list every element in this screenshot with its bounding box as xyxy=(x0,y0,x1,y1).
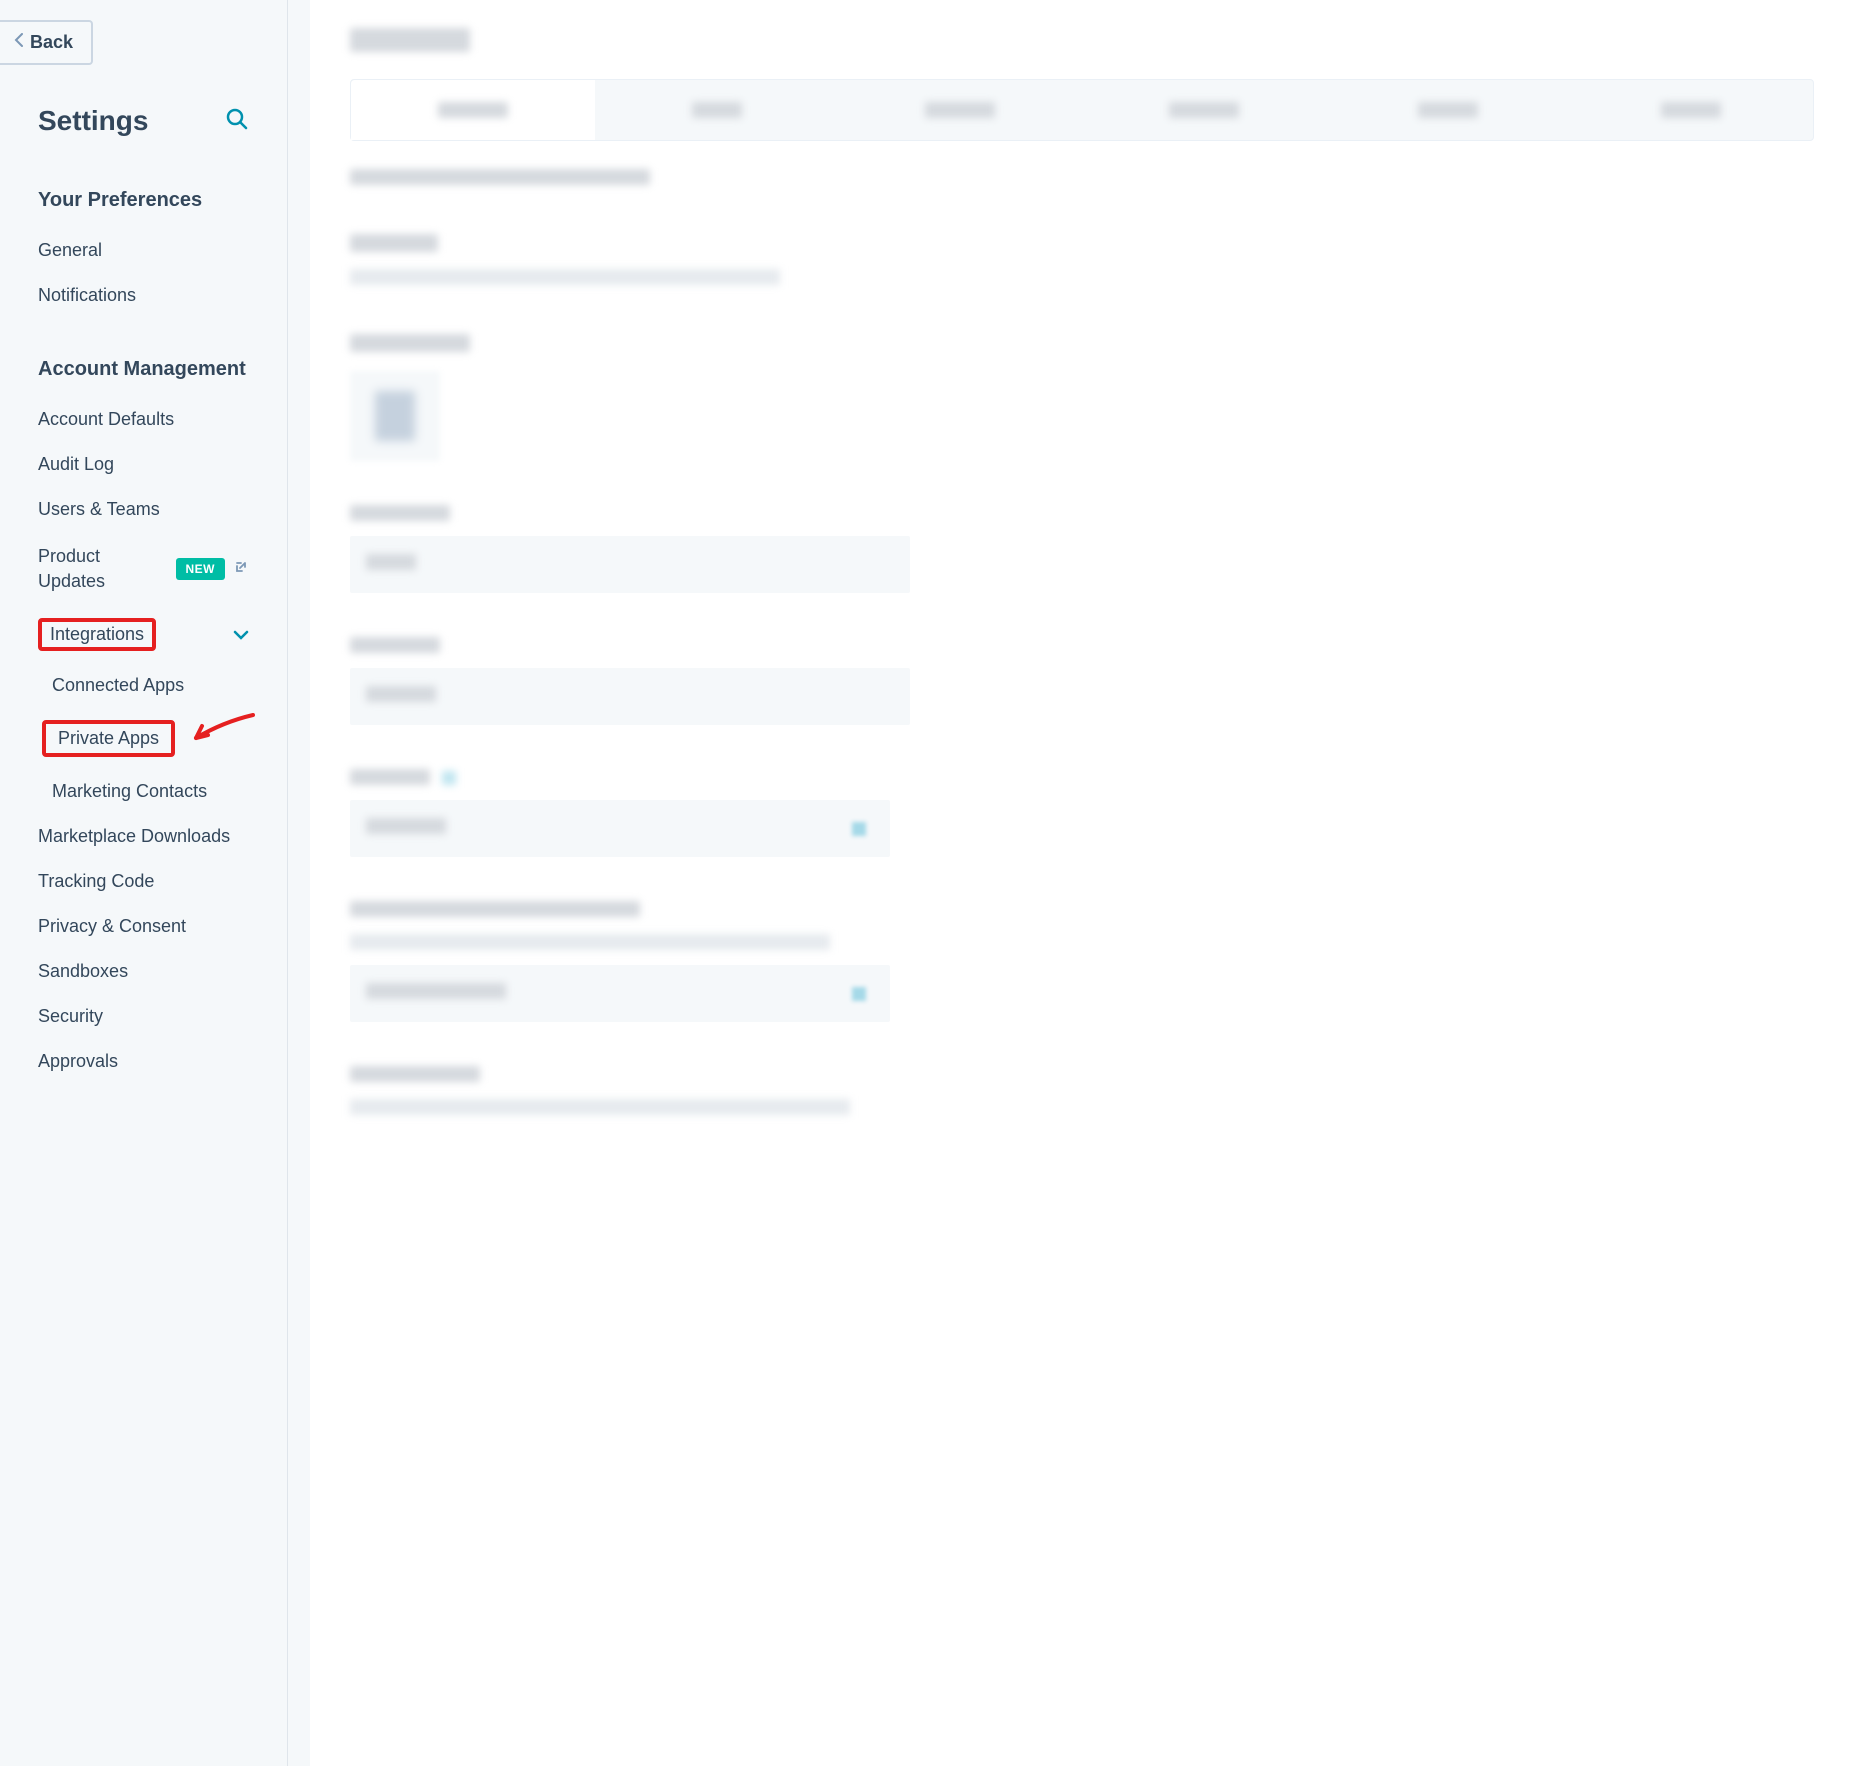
blurred-label xyxy=(350,234,1814,257)
search-icon[interactable] xyxy=(225,107,249,136)
tabs-bar xyxy=(350,79,1814,141)
tab-2[interactable] xyxy=(595,80,839,140)
blurred-label xyxy=(350,334,1814,357)
page-title-blurred xyxy=(350,28,1814,57)
settings-title: Settings xyxy=(38,105,148,137)
blurred-label xyxy=(350,1066,1814,1087)
sidebar-item-connected-apps[interactable]: Connected Apps xyxy=(0,663,287,708)
blurred-field[interactable] xyxy=(350,800,890,857)
tab-6[interactable] xyxy=(1569,80,1813,140)
settings-sidebar: Back Settings Your Preferences General N… xyxy=(0,0,288,1766)
blurred-field[interactable] xyxy=(350,536,910,593)
section-preferences-title: Your Preferences xyxy=(0,167,287,228)
blurred-label xyxy=(350,637,1814,658)
sidebar-item-users-teams[interactable]: Users & Teams xyxy=(0,487,287,532)
back-button[interactable]: Back xyxy=(0,20,93,65)
blurred-line xyxy=(350,169,1814,190)
tab-5[interactable] xyxy=(1326,80,1570,140)
sidebar-item-audit-log[interactable]: Audit Log xyxy=(0,442,287,487)
sidebar-item-sandboxes[interactable]: Sandboxes xyxy=(0,949,287,994)
blurred-line xyxy=(350,934,1814,955)
sidebar-item-marketing-contacts[interactable]: Marketing Contacts xyxy=(0,769,287,814)
sidebar-item-tracking-code[interactable]: Tracking Code xyxy=(0,859,287,904)
highlight-integrations: Integrations xyxy=(38,618,156,651)
tab-3[interactable] xyxy=(838,80,1082,140)
sidebar-item-integrations[interactable]: Integrations xyxy=(0,606,287,663)
highlight-private-apps: Private Apps xyxy=(42,720,175,757)
blurred-line xyxy=(350,1099,1814,1120)
sidebar-item-private-apps[interactable]: Private Apps xyxy=(0,708,287,769)
sidebar-item-security[interactable]: Security xyxy=(0,994,287,1039)
blurred-label xyxy=(350,901,1814,922)
external-link-icon xyxy=(233,559,249,580)
main-content xyxy=(310,0,1854,1766)
chevron-left-icon xyxy=(14,33,24,52)
blurred-field[interactable] xyxy=(350,668,910,725)
sidebar-item-marketplace-downloads[interactable]: Marketplace Downloads xyxy=(0,814,287,859)
tab-4[interactable] xyxy=(1082,80,1326,140)
section-account-title: Account Management xyxy=(0,318,287,397)
tab-1[interactable] xyxy=(351,80,595,140)
sidebar-item-product-updates[interactable]: Product Updates NEW xyxy=(0,532,287,606)
sidebar-item-notifications[interactable]: Notifications xyxy=(0,273,287,318)
sidebar-item-account-defaults[interactable]: Account Defaults xyxy=(0,397,287,442)
arrow-annotation-icon xyxy=(188,710,258,750)
blurred-label xyxy=(350,769,1814,790)
back-label: Back xyxy=(30,32,73,53)
blurred-field[interactable] xyxy=(350,965,890,1022)
sidebar-item-privacy-consent[interactable]: Privacy & Consent xyxy=(0,904,287,949)
blurred-avatar xyxy=(350,371,440,461)
new-badge: NEW xyxy=(176,558,226,580)
sidebar-item-general[interactable]: General xyxy=(0,228,287,273)
chevron-down-icon xyxy=(233,624,249,645)
blurred-label xyxy=(350,505,1814,526)
sidebar-item-approvals[interactable]: Approvals xyxy=(0,1039,287,1084)
blurred-line xyxy=(350,269,1814,290)
